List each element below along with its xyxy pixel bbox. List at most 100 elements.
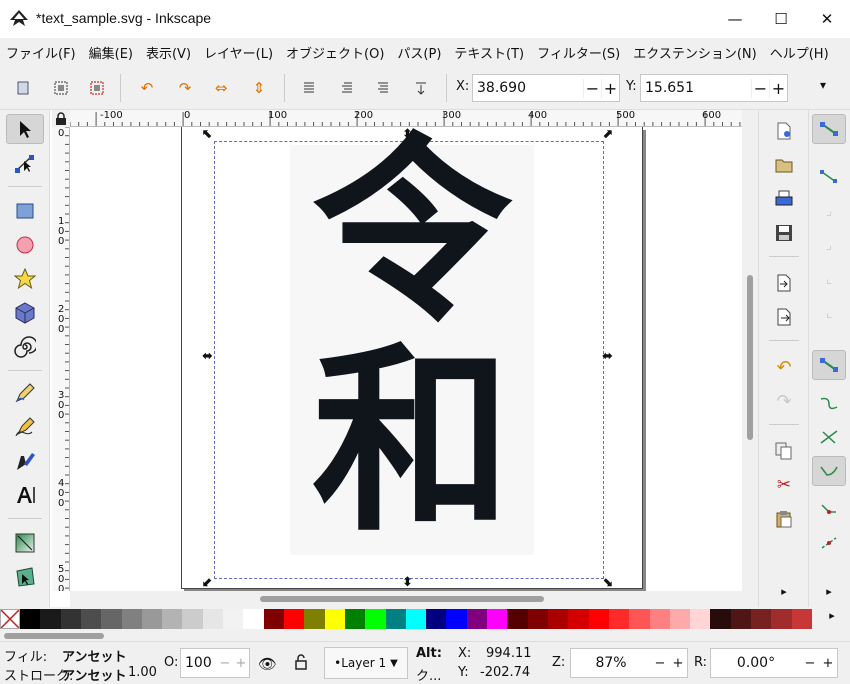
stroke-width-value[interactable]: 1.00 (128, 665, 157, 680)
menu-text[interactable]: テキスト(T) (454, 43, 524, 62)
star-tool[interactable] (6, 264, 44, 294)
rotate-ccw-icon[interactable]: ↶ (136, 78, 158, 98)
scale-handle-left[interactable]: ⬌ (202, 349, 213, 364)
y-coordinate-field[interactable]: 15.651 − + (640, 74, 788, 102)
snap-intersection-icon[interactable] (812, 422, 846, 452)
y-increment-button[interactable]: + (769, 78, 787, 98)
import-icon[interactable] (769, 270, 799, 296)
toggle-lock-icon[interactable] (294, 654, 308, 674)
color-swatch[interactable] (426, 609, 447, 629)
rotation-field[interactable]: 0.00° − + (710, 648, 838, 678)
color-swatch[interactable] (791, 609, 813, 629)
color-swatch[interactable] (101, 609, 123, 629)
scale-handle-bottom[interactable]: ⬍ (402, 575, 413, 590)
snap-path-icon[interactable] (812, 388, 846, 418)
open-file-icon[interactable] (769, 152, 799, 178)
menu-path[interactable]: パス(P) (397, 43, 441, 62)
cut-icon[interactable]: ✂ (769, 472, 799, 498)
scale-handle-bottom-right[interactable]: ⬊ (602, 575, 613, 590)
selector-tool[interactable] (6, 114, 44, 144)
close-button[interactable]: ✕ (804, 0, 850, 38)
x-decrement-button[interactable]: − (583, 78, 601, 98)
color-swatch[interactable] (263, 609, 285, 629)
menu-help[interactable]: ヘルプ(H) (770, 43, 829, 62)
layer-dropdown[interactable]: •Layer 1 ▼ (324, 647, 408, 679)
color-swatch[interactable] (162, 609, 183, 629)
no-paint-swatch[interactable] (0, 609, 20, 629)
color-swatch[interactable] (121, 609, 143, 629)
color-swatch[interactable] (690, 609, 711, 629)
scale-handle-right[interactable]: ⬌ (602, 349, 613, 364)
menu-view[interactable]: 表示(V) (146, 43, 191, 62)
color-swatch[interactable] (385, 609, 407, 629)
color-swatch[interactable] (527, 609, 549, 629)
mesh-tool[interactable] (6, 562, 44, 592)
toolbar-overflow-button[interactable]: ▾ (820, 78, 826, 92)
color-swatch[interactable] (202, 609, 224, 629)
select-all-icon[interactable] (12, 78, 34, 98)
guide-lock-icon[interactable] (52, 110, 70, 127)
y-decrement-button[interactable]: − (751, 78, 769, 98)
color-swatch[interactable] (466, 609, 488, 629)
deselect-icon[interactable] (86, 78, 108, 98)
x-increment-button[interactable]: + (601, 78, 619, 98)
color-swatch[interactable] (324, 609, 346, 629)
vertical-scroll-thumb[interactable] (747, 275, 753, 440)
color-swatch[interactable] (40, 609, 62, 629)
pencil-tool[interactable] (6, 378, 44, 408)
opacity-increment-button[interactable]: + (233, 656, 249, 671)
raise-to-top-icon[interactable] (298, 78, 320, 98)
snap-smooth-icon[interactable] (812, 494, 846, 524)
copy-icon[interactable] (769, 438, 799, 464)
snap-bbox-corner-icon[interactable]: ⌟ (812, 230, 846, 260)
y-coordinate-value[interactable]: 15.651 (641, 80, 751, 96)
palette-scroll-thumb[interactable] (4, 633, 104, 639)
color-swatch[interactable] (710, 609, 732, 629)
menu-file[interactable]: ファイル(F) (6, 43, 76, 62)
palette-scrollbar[interactable] (0, 631, 850, 641)
rectangle-tool[interactable] (6, 196, 44, 226)
pen-tool[interactable] (6, 412, 44, 442)
snap-overflow-button[interactable]: ▸ (812, 576, 846, 606)
fill-value[interactable]: アンセット (62, 646, 126, 665)
color-swatch[interactable] (487, 609, 508, 629)
commands-overflow-button[interactable]: ▸ (769, 578, 799, 604)
scale-handle-top-right[interactable]: ⬈ (602, 127, 613, 142)
snap-toggle-icon[interactable] (812, 114, 846, 144)
drawing-canvas[interactable]: 令 和 ⬉ ⬍ ⬈ ⬌ ⬌ ⬋ ⬍ ⬊ (70, 127, 742, 591)
spiral-tool[interactable] (6, 332, 44, 362)
color-swatch[interactable] (507, 609, 529, 629)
color-swatch[interactable] (344, 609, 366, 629)
scale-handle-top-left[interactable]: ⬉ (202, 127, 213, 142)
new-document-icon[interactable] (769, 118, 799, 144)
text-tool[interactable] (6, 480, 44, 510)
color-swatch[interactable] (405, 609, 427, 629)
menu-filters[interactable]: フィルター(S) (537, 43, 620, 62)
menu-layer[interactable]: レイヤー(L) (204, 43, 273, 62)
color-swatch[interactable] (20, 609, 41, 629)
color-swatch[interactable] (60, 609, 82, 629)
snap-bbox-edge-icon[interactable]: ⌟ (812, 196, 846, 226)
snap-cusp-icon[interactable] (812, 456, 846, 486)
zoom-out-button[interactable]: − (651, 656, 669, 671)
select-all-layers-icon[interactable] (50, 78, 72, 98)
flip-vertical-icon[interactable]: ⇕ (248, 78, 270, 98)
flip-horizontal-icon[interactable]: ⇔ (210, 78, 232, 98)
color-swatch[interactable] (730, 609, 752, 629)
opacity-decrement-button[interactable]: − (217, 656, 233, 671)
color-swatch[interactable] (141, 609, 163, 629)
rotate-increment-button[interactable]: + (819, 656, 837, 671)
horizontal-scrollbar[interactable] (70, 591, 758, 607)
ellipse-tool[interactable] (6, 230, 44, 260)
rotate-decrement-button[interactable]: − (801, 656, 819, 671)
snap-bbox-midpoint-icon[interactable]: ⌞ (812, 264, 846, 294)
color-swatch[interactable] (182, 609, 204, 629)
node-tool[interactable] (6, 148, 44, 178)
rotation-value[interactable]: 0.00° (711, 655, 801, 671)
color-swatch[interactable] (588, 609, 610, 629)
snap-nodes-icon[interactable] (812, 350, 846, 380)
menu-object[interactable]: オブジェクト(O) (286, 43, 384, 62)
calligraphy-tool[interactable] (6, 446, 44, 476)
undo-icon[interactable]: ↶ (769, 354, 799, 380)
opacity-value[interactable]: 100 (181, 655, 217, 671)
